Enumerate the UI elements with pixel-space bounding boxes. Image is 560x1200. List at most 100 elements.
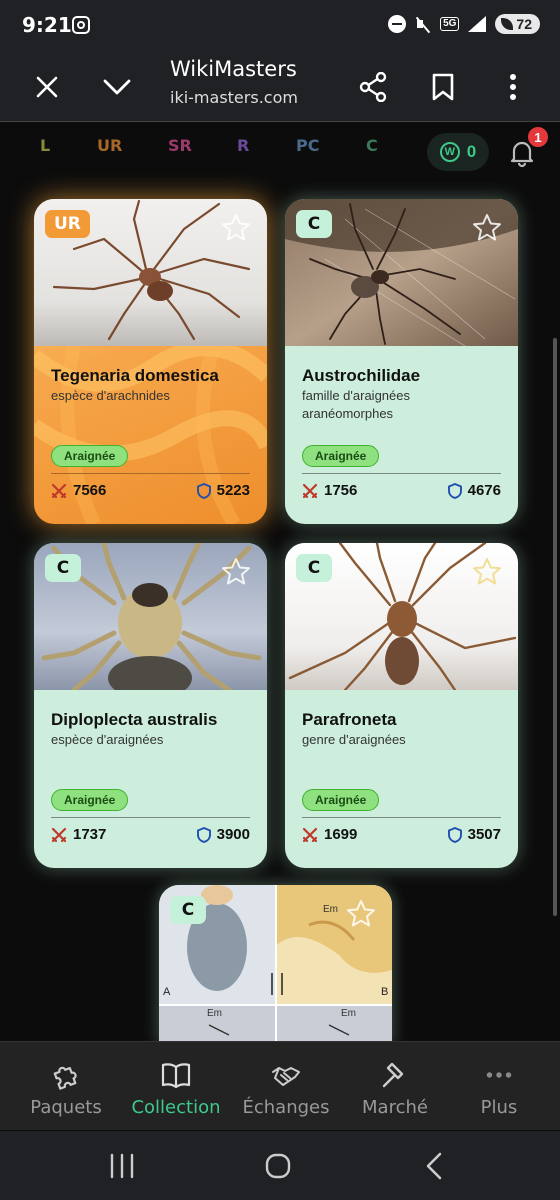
nav-marche[interactable]: Marché: [339, 1042, 451, 1131]
defense-stat: 3900: [196, 826, 250, 843]
more-dots-icon: [486, 1072, 512, 1078]
rarity-badge: UR: [45, 210, 90, 238]
panel-label-b: B: [381, 986, 389, 998]
minimize-button[interactable]: [94, 64, 140, 110]
rarity-badge: C: [45, 554, 81, 582]
nav-label: Échanges: [242, 1097, 330, 1118]
rarity-filter-ur[interactable]: UR: [97, 136, 122, 155]
nav-label: Marché: [362, 1097, 428, 1118]
battery-level: 72: [516, 16, 532, 32]
card-diploplecta-australis[interactable]: C Diploplecta australis espèce d'araigné…: [34, 543, 267, 868]
status-time: 9:21: [22, 13, 72, 37]
card-tegenaria-domestica[interactable]: UR Tegenaria domestica espèce d'arachnid…: [34, 199, 267, 524]
attack-value: 1756: [324, 482, 358, 499]
chevron-down-icon: [103, 79, 131, 95]
nav-paquets[interactable]: Paquets: [10, 1042, 122, 1131]
nav-collection[interactable]: Collection: [120, 1042, 232, 1131]
mute-icon: [415, 16, 431, 32]
favorite-star-icon[interactable]: [346, 899, 376, 929]
book-icon: [161, 1063, 191, 1089]
favorite-star-icon[interactable]: [221, 557, 251, 587]
nav-plus[interactable]: Plus: [443, 1042, 555, 1131]
home-icon[interactable]: [258, 1151, 298, 1181]
card-parafroneta[interactable]: C Parafroneta genre d'araignées Araignée…: [285, 543, 518, 868]
rarity-filter-pc[interactable]: PC: [296, 136, 319, 155]
rarity-filter-c[interactable]: C: [366, 136, 378, 155]
divider: [51, 817, 250, 818]
card-name: Parafroneta: [302, 710, 397, 729]
shield-icon: [447, 482, 462, 499]
card-name: Austrochilidae: [302, 366, 421, 385]
label-em-bottom-left: Em: [207, 1008, 222, 1019]
defense-stat: 4676: [447, 482, 501, 499]
rarity-badge: C: [296, 554, 332, 582]
card-austrochilidae[interactable]: C Austrochilidae famille d'araignées ara…: [285, 199, 518, 524]
nav-label: Plus: [480, 1097, 518, 1118]
favorite-star-icon[interactable]: [472, 557, 502, 587]
card-description: genre d'araignées: [302, 732, 406, 747]
divider: [302, 817, 501, 818]
attack-value: 1699: [324, 826, 358, 843]
recent-apps-icon[interactable]: [102, 1151, 142, 1181]
coin-count: 0: [466, 142, 477, 161]
puzzle-icon: [53, 1066, 77, 1090]
instagram-notification-icon: [72, 16, 90, 34]
rarity-filter-l[interactable]: L: [40, 136, 50, 155]
attack-stat: 1737: [51, 826, 106, 843]
gavel-icon: [382, 1062, 404, 1088]
close-button[interactable]: [24, 64, 70, 110]
rarity-badge: C: [296, 210, 332, 238]
page-title: WikiMasters: [170, 57, 297, 81]
scrollbar[interactable]: [553, 338, 557, 916]
system-navigation-bar: [0, 1131, 560, 1200]
back-icon[interactable]: [415, 1151, 455, 1181]
bookmark-button[interactable]: [420, 64, 466, 110]
notification-badge: 1: [526, 125, 550, 149]
swords-icon: [51, 483, 67, 498]
nav-echanges[interactable]: Échanges: [230, 1042, 342, 1131]
battery-saver-icon: [501, 18, 514, 30]
share-button[interactable]: [350, 64, 396, 110]
card-partial[interactable]: A B Em Em Em C: [159, 885, 392, 1041]
rarity-filter-r[interactable]: R: [237, 136, 249, 155]
network-type: 5G: [440, 17, 460, 31]
divider: [302, 473, 501, 474]
battery-indicator: 72: [495, 14, 540, 34]
bookmark-icon: [432, 73, 454, 101]
label-em-bottom-right: Em: [341, 1008, 356, 1019]
card-description: famille d'araignées aranéomorphes: [302, 388, 410, 421]
favorite-star-icon[interactable]: [221, 213, 251, 243]
status-bar: 9:21 5G 72: [0, 0, 560, 52]
card-name: Tegenaria domestica: [51, 366, 219, 385]
browser-toolbar: WikiMasters iki-masters.com: [0, 52, 560, 122]
coin-balance[interactable]: W 0: [427, 133, 489, 171]
bottom-navigation: Paquets Collection Échanges Marché Plus: [0, 1041, 560, 1130]
close-icon: [36, 76, 58, 98]
divider: [51, 473, 250, 474]
category-tag: Araignée: [51, 445, 129, 467]
swords-icon: [51, 827, 67, 842]
card-name: Diploplecta australis: [51, 710, 218, 729]
favorite-star-icon[interactable]: [472, 213, 502, 243]
defense-value: 5223: [216, 482, 250, 499]
defense-value: 3900: [216, 826, 250, 843]
nav-label: Collection: [131, 1097, 221, 1118]
defense-stat: 5223: [196, 482, 250, 499]
do-not-disturb-icon: [388, 15, 407, 33]
defense-value: 3507: [467, 826, 501, 843]
card-description: espèce d'arachnides: [51, 388, 170, 403]
more-vertical-icon: [510, 74, 516, 100]
more-options-button[interactable]: [490, 64, 536, 110]
defense-value: 4676: [467, 482, 501, 499]
status-icons: 5G 72: [388, 14, 540, 34]
defense-stat: 3507: [447, 826, 501, 843]
shield-icon: [196, 482, 211, 499]
attack-value: 1737: [73, 826, 107, 843]
rarity-filter-sr[interactable]: SR: [168, 136, 192, 155]
coin-icon: W: [439, 142, 460, 162]
shield-icon: [447, 826, 462, 843]
card-description: espèce d'araignées: [51, 732, 164, 747]
category-tag: Araignée: [302, 789, 380, 811]
share-icon: [359, 72, 387, 102]
nav-label: Paquets: [30, 1097, 102, 1118]
